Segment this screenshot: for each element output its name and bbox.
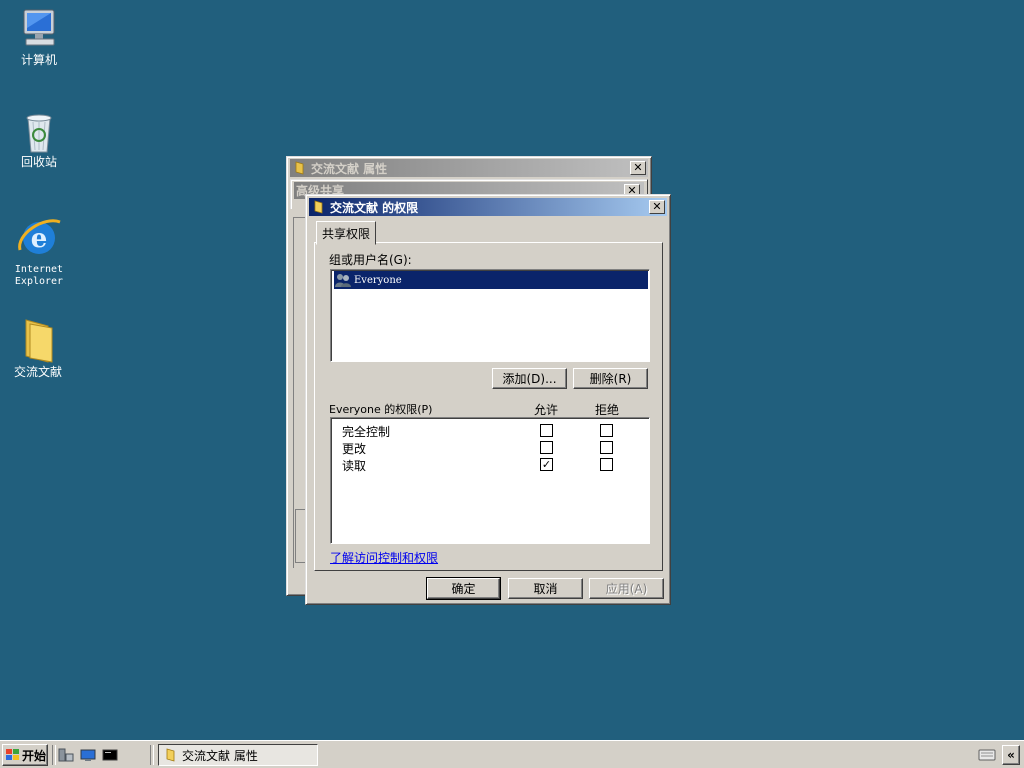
taskbar-separator (150, 745, 154, 765)
allow-change-checkbox[interactable] (540, 441, 553, 454)
ok-button-label: 确定 (451, 582, 476, 596)
list-item[interactable]: Everyone (334, 271, 648, 289)
taskbar: 开始 交流文献 属性 « (0, 740, 1024, 768)
tab-panel: 组或用户名(G): Everyone 添加(D)... 删除(R) Everyo… (314, 242, 663, 571)
deny-full-control-checkbox[interactable] (600, 424, 613, 437)
tab-label: 共享权限 (322, 226, 371, 241)
recycle-bin-icon (26, 114, 52, 153)
add-button[interactable]: 添加(D)... (492, 368, 567, 389)
properties-window-titlebar[interactable]: 交流文献 属性 ✕ (290, 159, 648, 177)
desktop-icon-computer[interactable]: 计算机 (1, 6, 77, 66)
taskbar-separator (52, 745, 56, 765)
cancel-button-label: 取消 (533, 582, 558, 596)
show-desktop-icon[interactable] (80, 748, 96, 762)
internet-explorer-icon: e (18, 219, 61, 254)
taskbar-task-properties[interactable]: 交流文献 属性 (158, 744, 318, 766)
add-button-label: 添加(D)... (502, 372, 557, 386)
window-title: 交流文献 属性 (311, 161, 388, 176)
permissions-dialog: 交流文献 的权限 ✕ 共享权限 组或用户名(G): Everyone 添加(D)… (305, 194, 671, 605)
folder-icon (25, 319, 53, 363)
permissions-list: 完全控制 更改 读取 ✓ (330, 417, 650, 544)
chevron-left-icon: « (1007, 748, 1015, 762)
computer-icon (23, 9, 55, 46)
start-label: 开始 (22, 748, 47, 763)
desktop-icon-label: Explorer (14, 276, 64, 287)
remove-button-label: 删除(R) (589, 372, 632, 386)
desktop-icon-internet-explorer[interactable]: e Internet Explorer (1, 212, 77, 288)
permission-name: 更改 (342, 442, 367, 456)
cancel-button[interactable]: 取消 (508, 578, 583, 599)
allow-full-control-checkbox[interactable] (540, 424, 553, 437)
group-label: 组或用户名(G): (329, 253, 412, 267)
close-icon: ✕ (633, 161, 643, 174)
windows-logo-icon (6, 749, 19, 760)
apply-button-label: 应用(A) (605, 582, 648, 596)
permission-name: 完全控制 (342, 425, 391, 439)
allow-header: 允许 (534, 403, 559, 417)
users-icon (335, 274, 351, 287)
permissions-dialog-titlebar[interactable]: 交流文献 的权限 ✕ (309, 198, 667, 216)
permission-name: 读取 (342, 459, 367, 473)
desktop-icon-label: 交流文献 (13, 365, 62, 379)
command-prompt-icon[interactable] (102, 748, 118, 762)
user-name: Everyone (354, 274, 402, 286)
desktop-icon-label: 计算机 (20, 53, 57, 67)
close-button[interactable]: ✕ (630, 161, 646, 175)
desktop-icon-label: Internet (14, 264, 64, 275)
task-label: 交流文献 属性 (182, 748, 258, 763)
start-button[interactable]: 开始 (2, 744, 48, 766)
close-button[interactable]: ✕ (649, 200, 665, 214)
folder-icon (166, 748, 175, 762)
allow-read-checkbox[interactable]: ✓ (540, 458, 553, 471)
checkmark-icon: ✓ (541, 458, 552, 471)
keyboard-icon[interactable] (978, 748, 996, 762)
close-icon: ✕ (652, 200, 662, 213)
collapse-tray-button[interactable]: « (1002, 745, 1020, 765)
folder-icon (314, 200, 323, 214)
server-manager-icon[interactable] (58, 748, 74, 762)
remove-button[interactable]: 删除(R) (573, 368, 648, 389)
help-link[interactable]: 了解访问控制和权限 (330, 549, 438, 566)
apply-button[interactable]: 应用(A) (589, 578, 664, 599)
permissions-label: Everyone 的权限(P) (329, 403, 433, 416)
window-title: 交流文献 的权限 (330, 200, 419, 215)
deny-change-checkbox[interactable] (600, 441, 613, 454)
desktop-icon-recycle-bin[interactable]: 回收站 (1, 108, 77, 168)
user-list[interactable]: Everyone (330, 269, 650, 362)
desktop-icon-folder[interactable]: 交流文献 (0, 318, 76, 378)
desktop-icon-label: 回收站 (20, 155, 57, 169)
tab-share-permissions[interactable]: 共享权限 (316, 221, 377, 245)
ok-button[interactable]: 确定 (426, 577, 501, 600)
folder-icon (295, 161, 304, 175)
deny-read-checkbox[interactable] (600, 458, 613, 471)
deny-header: 拒绝 (595, 403, 620, 417)
